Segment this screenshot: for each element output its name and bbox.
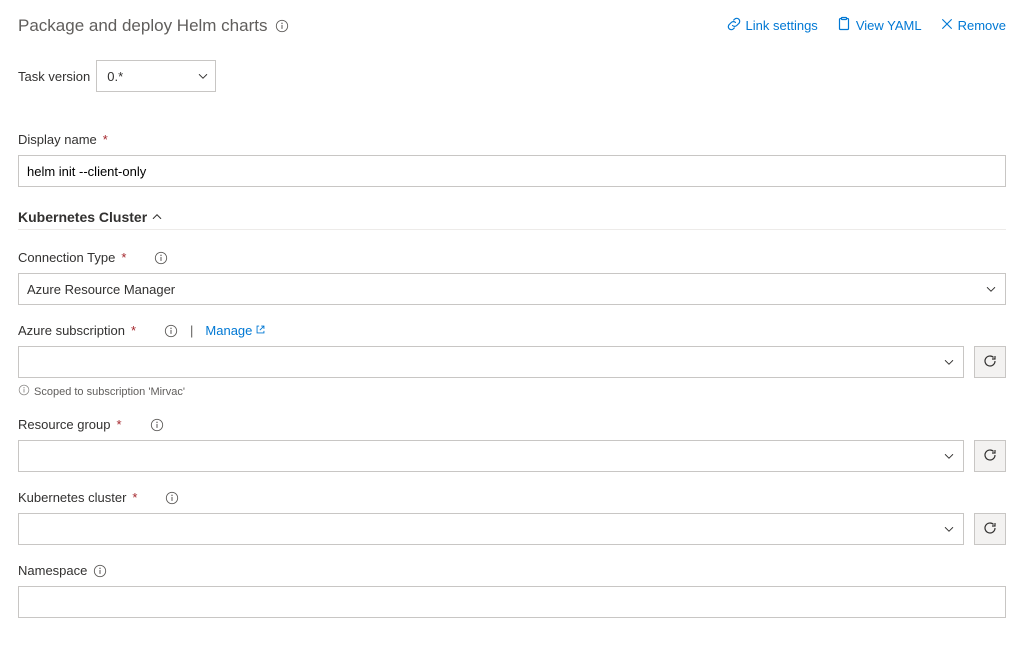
remove-label: Remove (958, 18, 1006, 33)
subscription-scope-hint: Scoped to subscription 'Mirvac' (34, 386, 185, 398)
refresh-subscription-button[interactable] (974, 346, 1006, 378)
task-version-label: Task version (18, 69, 90, 84)
clipboard-icon (836, 16, 852, 35)
task-version-select[interactable]: 0.* (96, 60, 216, 92)
required-marker: * (131, 323, 136, 338)
resource-group-label: Resource group (18, 417, 111, 432)
view-yaml-label: View YAML (856, 18, 922, 33)
page-title: Package and deploy Helm charts (18, 16, 289, 36)
task-version-value: 0.* (107, 69, 123, 84)
azure-subscription-label: Azure subscription (18, 323, 125, 338)
link-icon (726, 16, 742, 35)
info-icon[interactable] (93, 564, 107, 578)
kubernetes-cluster-select[interactable] (18, 513, 964, 545)
refresh-kubernetes-cluster-button[interactable] (974, 513, 1006, 545)
required-marker: * (132, 490, 137, 505)
display-name-label: Display name (18, 132, 97, 147)
chevron-down-icon (943, 356, 955, 368)
info-icon (18, 384, 30, 399)
refresh-resource-group-button[interactable] (974, 440, 1006, 472)
info-icon[interactable] (164, 324, 178, 338)
refresh-icon (982, 520, 998, 539)
header-actions: Link settings View YAML Remove (726, 16, 1006, 35)
kubernetes-cluster-section-header[interactable]: Kubernetes Cluster (18, 205, 1006, 230)
kubernetes-cluster-label: Kubernetes cluster (18, 490, 126, 505)
chevron-down-icon (985, 283, 997, 295)
close-icon (940, 17, 954, 34)
manage-subscription-link[interactable]: Manage (205, 323, 266, 338)
remove-button[interactable]: Remove (940, 17, 1006, 34)
external-link-icon (255, 323, 266, 338)
link-settings-button[interactable]: Link settings (726, 16, 818, 35)
chevron-up-icon (151, 211, 163, 223)
display-name-input[interactable] (18, 155, 1006, 187)
page-title-text: Package and deploy Helm charts (18, 16, 267, 36)
link-settings-label: Link settings (746, 18, 818, 33)
info-icon[interactable] (150, 418, 164, 432)
required-marker: * (103, 132, 108, 147)
azure-subscription-select[interactable] (18, 346, 964, 378)
required-marker: * (117, 417, 122, 432)
chevron-down-icon (943, 523, 955, 535)
info-icon[interactable] (165, 491, 179, 505)
refresh-icon (982, 447, 998, 466)
required-marker: * (121, 250, 126, 265)
namespace-label: Namespace (18, 563, 87, 578)
namespace-input[interactable] (18, 586, 1006, 618)
section-title: Kubernetes Cluster (18, 209, 147, 225)
chevron-down-icon (943, 450, 955, 462)
chevron-down-icon (197, 70, 209, 82)
connection-type-label: Connection Type (18, 250, 115, 265)
manage-label: Manage (205, 323, 252, 338)
view-yaml-button[interactable]: View YAML (836, 16, 922, 35)
separator: | (190, 323, 193, 338)
info-icon[interactable] (275, 19, 289, 33)
connection-type-select[interactable]: Azure Resource Manager (18, 273, 1006, 305)
info-icon[interactable] (154, 251, 168, 265)
connection-type-value: Azure Resource Manager (27, 282, 175, 297)
resource-group-select[interactable] (18, 440, 964, 472)
refresh-icon (982, 353, 998, 372)
